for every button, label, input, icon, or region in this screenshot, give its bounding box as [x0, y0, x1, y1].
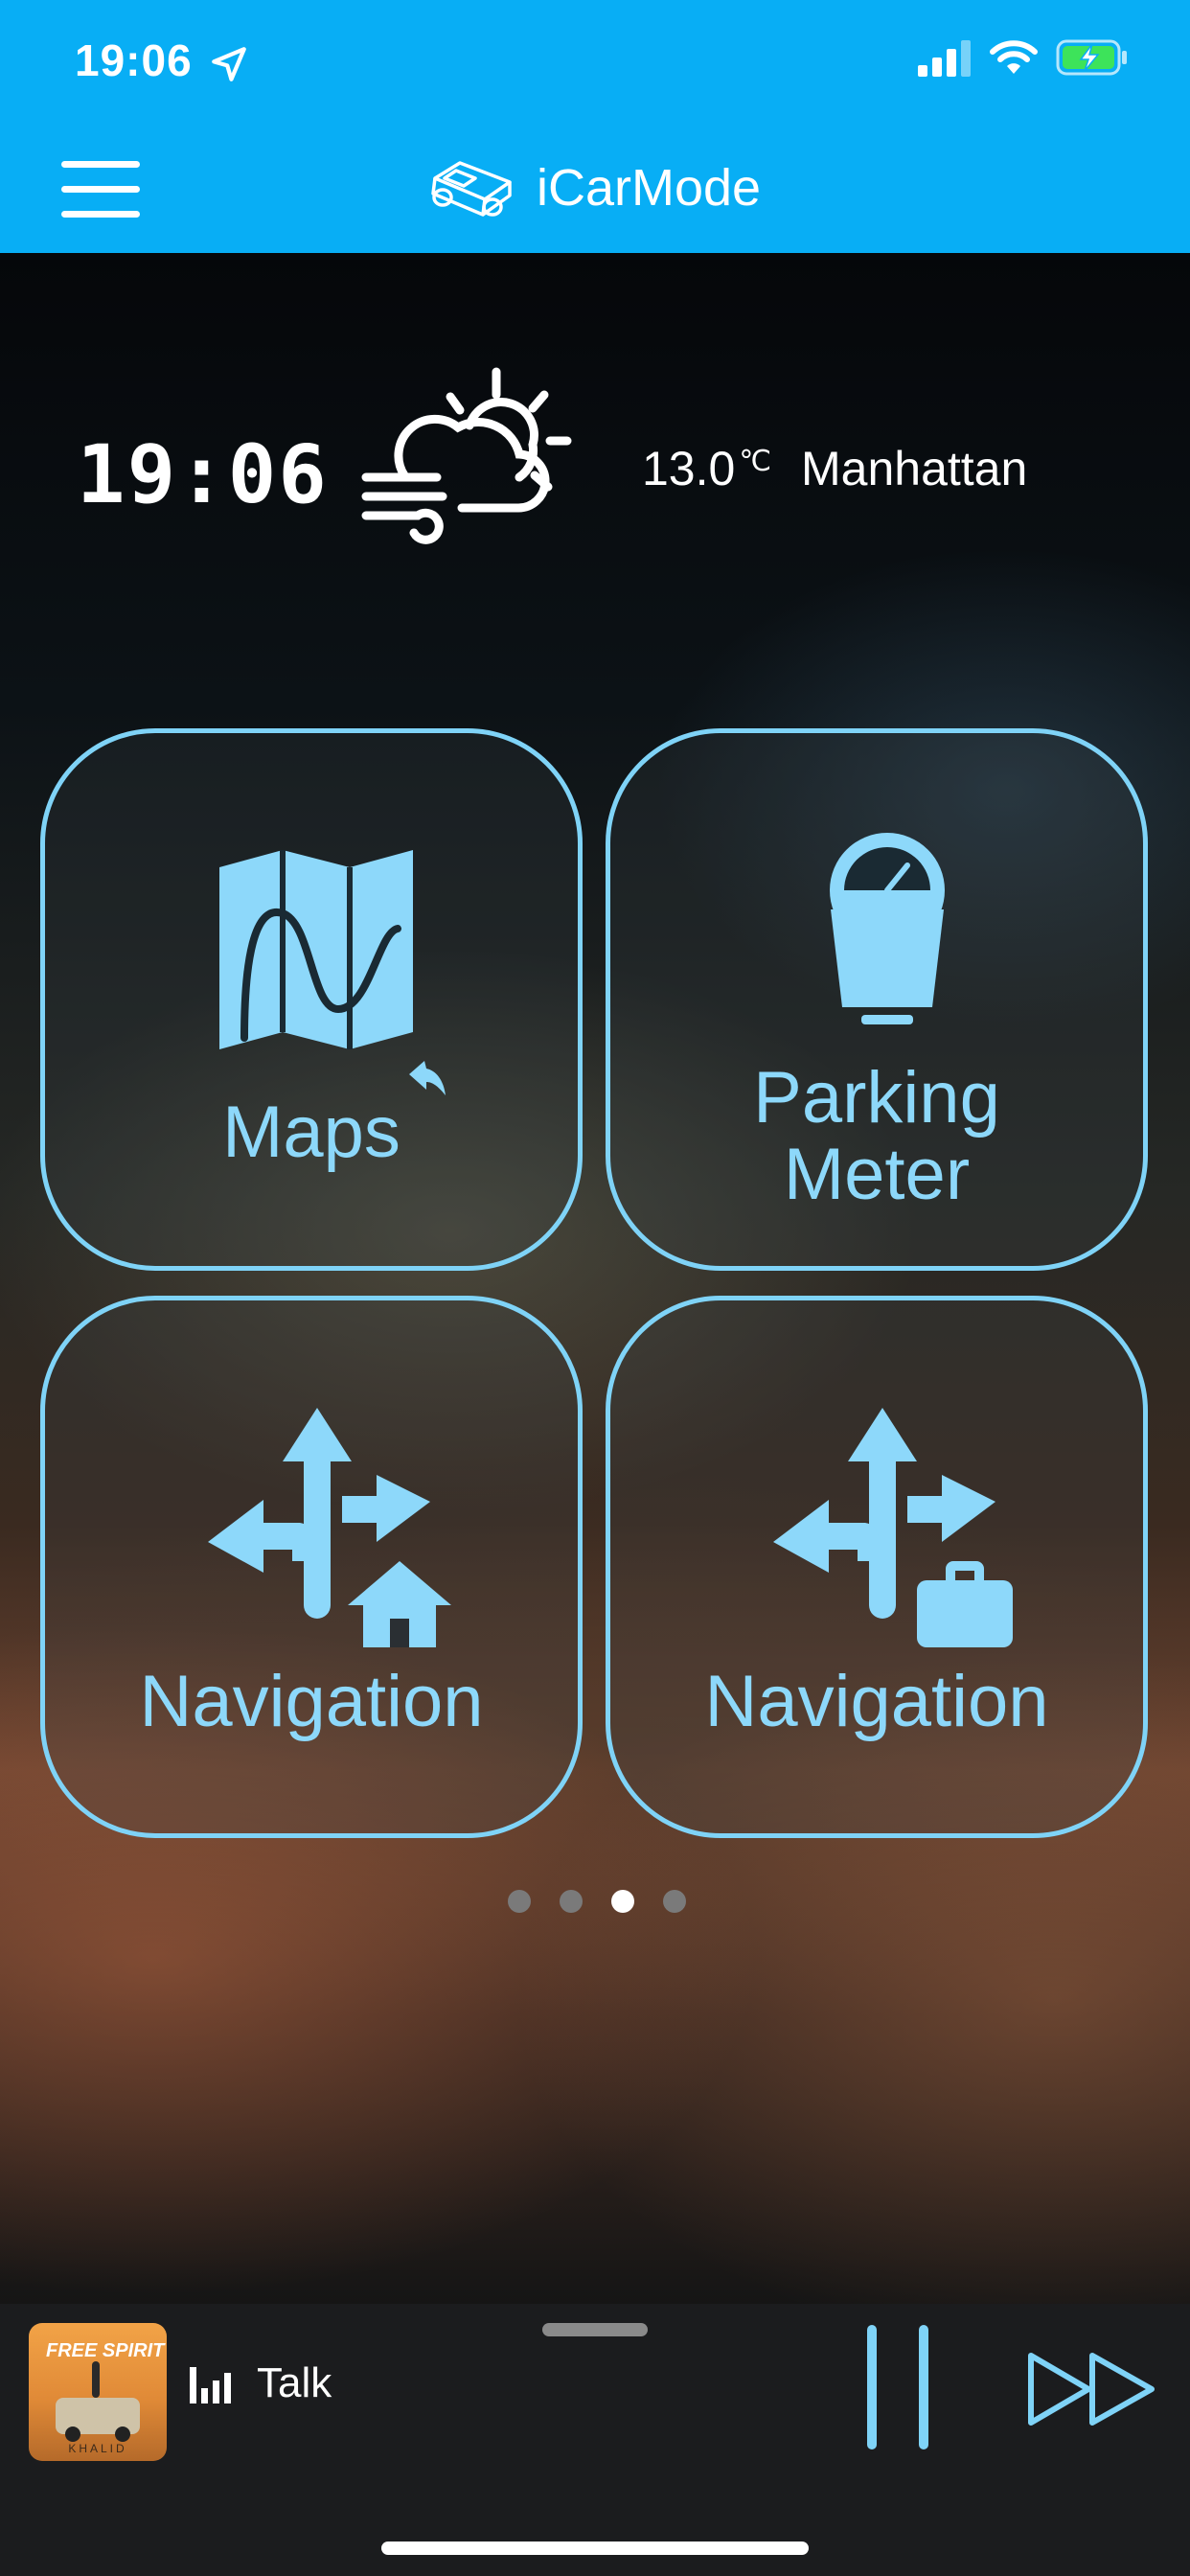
player-drag-handle[interactable] [542, 2323, 648, 2336]
wifi-icon [990, 40, 1038, 74]
album-figure [92, 2361, 100, 2398]
navigation-work-icon [773, 1408, 1013, 1647]
partly-cloudy-windy-icon [361, 367, 572, 544]
navigation-work-tile[interactable]: Navigation [606, 1296, 1148, 1838]
hamburger-line [61, 211, 140, 218]
page-indicator[interactable] [508, 1890, 686, 1913]
maps-label: Maps [222, 1092, 400, 1173]
maps-tile[interactable]: Maps [40, 728, 583, 1271]
parking-meter-label-line1: Parking [753, 1057, 1000, 1138]
map-icon [219, 850, 413, 1049]
parking-meter-icon [830, 833, 945, 1024]
battery-charging-icon [1056, 39, 1127, 76]
app-header: iCarMode [422, 153, 761, 222]
cellular-signal-icon [918, 40, 971, 77]
status-time: 19:06 [75, 35, 193, 85]
city-name: Manhattan [801, 442, 1028, 495]
album-artist: KHALID [68, 2442, 127, 2455]
parking-meter-tile[interactable]: Parking Meter [606, 728, 1148, 1271]
album-artwork[interactable]: FREE SPIRIT KHALID [29, 2323, 167, 2461]
navigation-home-label: Navigation [139, 1661, 484, 1742]
location-arrow-icon [212, 47, 246, 81]
app-title: iCarMode [537, 159, 762, 217]
hamburger-line [61, 186, 140, 193]
main-background [0, 253, 1190, 2304]
pause-button[interactable] [867, 2325, 932, 2450]
pause-bar [919, 2325, 928, 2450]
track-title: Talk [257, 2359, 332, 2406]
page-dot-3-active[interactable] [611, 1890, 634, 1913]
top-bar: 19:06 iCarMode [0, 0, 1190, 253]
mini-player[interactable]: FREE SPIRIT KHALID Talk [0, 2304, 1190, 2576]
temperature-value: 13.0 [642, 442, 736, 495]
status-indicators [918, 38, 1129, 77]
temperature: 13.0 ℃ [642, 441, 771, 496]
album-title: FREE SPIRIT [46, 2340, 165, 2361]
menu-button[interactable] [61, 161, 140, 220]
temperature-unit: ℃ [739, 446, 772, 477]
audio-bars-icon [190, 2367, 231, 2404]
page-dot-2[interactable] [560, 1890, 583, 1913]
page-dot-1[interactable] [508, 1890, 531, 1913]
navigation-home-icon [208, 1408, 451, 1647]
home-indicator[interactable] [381, 2542, 809, 2555]
cursor-hint-icon [409, 1061, 446, 1095]
fast-forward-button[interactable] [1027, 2352, 1157, 2426]
navigation-work-label: Navigation [704, 1661, 1049, 1742]
navigation-home-tile[interactable]: Navigation [40, 1296, 583, 1838]
digital-clock: 19:06 [77, 427, 329, 521]
album-van [56, 2398, 140, 2442]
parking-meter-label-line2: Meter [783, 1134, 971, 1215]
page-dot-4[interactable] [663, 1890, 686, 1913]
hamburger-menu-icon [61, 161, 140, 168]
car-logo-icon [431, 161, 512, 217]
pause-icon [867, 2325, 877, 2450]
